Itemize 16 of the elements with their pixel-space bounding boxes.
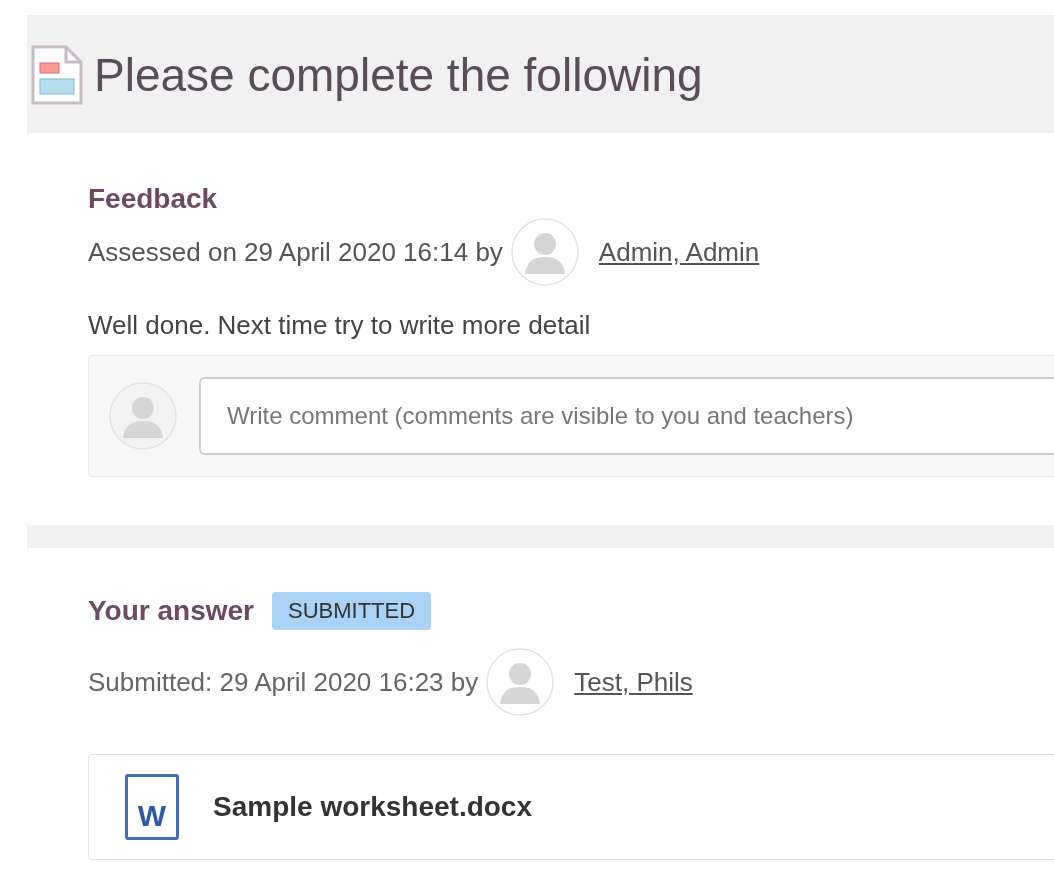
comment-field[interactable]: Write comment (comments are visible to you and teachers) bbox=[199, 377, 1054, 455]
avatar-icon bbox=[510, 218, 579, 286]
submitted-text: Submitted: 29 April 2020 16:23 by bbox=[88, 665, 479, 699]
submitter-link[interactable]: Test, Phils bbox=[574, 662, 693, 702]
file-attachment[interactable]: W Sample worksheet.docx bbox=[88, 754, 1054, 860]
section-heading: Feedback bbox=[88, 182, 219, 216]
section-heading: Your answer bbox=[88, 594, 254, 628]
avatar-icon bbox=[486, 648, 555, 716]
form-document-icon bbox=[30, 44, 84, 106]
assessor-link[interactable]: Admin, Admin bbox=[598, 232, 760, 272]
feedback-message: Well done. Next time try to write more detail bbox=[88, 309, 592, 342]
word-document-icon: W bbox=[125, 774, 179, 840]
status-badge: SUBMITTED bbox=[272, 592, 432, 630]
avatar-icon bbox=[109, 382, 177, 450]
assessed-text: Assessed on 29 April 2020 16:14 by bbox=[88, 235, 503, 269]
file-name: Sample worksheet.docx bbox=[213, 790, 532, 824]
